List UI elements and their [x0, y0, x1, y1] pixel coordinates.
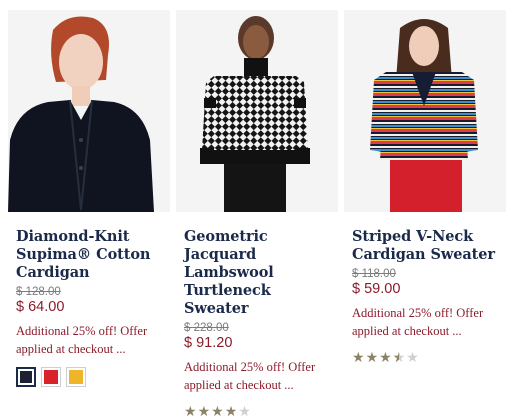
- star-icon: ★: [224, 404, 239, 420]
- model-photo: [344, 10, 506, 212]
- navy-swatch[interactable]: [16, 367, 36, 387]
- star-icon: ★: [352, 350, 366, 366]
- product-image[interactable]: [176, 10, 338, 212]
- sale-price: $ 91.20: [184, 335, 233, 351]
- star-icon: ★: [197, 404, 212, 420]
- rating-stars: ★★★★★: [352, 350, 506, 366]
- rating-stars: ★★★★★: [184, 404, 338, 420]
- sale-price: $ 64.00: [16, 299, 65, 315]
- original-price: $ 228.00: [184, 322, 229, 334]
- product-title[interactable]: Geometric Jacquard Lambswool Turtleneck …: [184, 228, 338, 318]
- star-icon: ★: [211, 404, 225, 420]
- promo-text: Additional 25% off! Offer applied at che…: [16, 324, 148, 356]
- star-empty-icon: ★: [238, 404, 252, 420]
- red-swatch[interactable]: [41, 367, 61, 387]
- star-empty-icon: ★: [406, 350, 420, 366]
- product-title[interactable]: Striped V-Neck Cardigan Sweater: [352, 228, 506, 264]
- star-icon: ★: [365, 350, 380, 366]
- color-swatches: [16, 367, 170, 387]
- original-price: $ 118.00: [352, 268, 396, 280]
- star-icon: ★: [379, 350, 393, 366]
- promo-text: Additional 25% off! Offer applied at che…: [352, 306, 484, 338]
- original-price: $ 128.00: [16, 286, 61, 298]
- star-icon: ★: [184, 404, 198, 420]
- sale-price: $ 59.00: [352, 281, 401, 297]
- star-half-icon: ★: [393, 350, 407, 366]
- product-title[interactable]: Diamond-Knit Supima® Cotton Cardigan: [16, 228, 170, 282]
- model-photo: [176, 10, 338, 212]
- product-image[interactable]: [344, 10, 506, 212]
- promo-text: Additional 25% off! Offer applied at che…: [184, 360, 316, 392]
- yellow-swatch[interactable]: [66, 367, 86, 387]
- product-image[interactable]: [8, 10, 170, 212]
- model-photo: [8, 10, 170, 212]
- product-card[interactable]: Geometric Jacquard Lambswool Turtleneck …: [176, 0, 338, 420]
- product-card[interactable]: Striped V-Neck Cardigan Sweater $ 118.00…: [344, 0, 506, 366]
- product-card[interactable]: Diamond-Knit Supima® Cotton Cardigan $ 1…: [8, 0, 170, 387]
